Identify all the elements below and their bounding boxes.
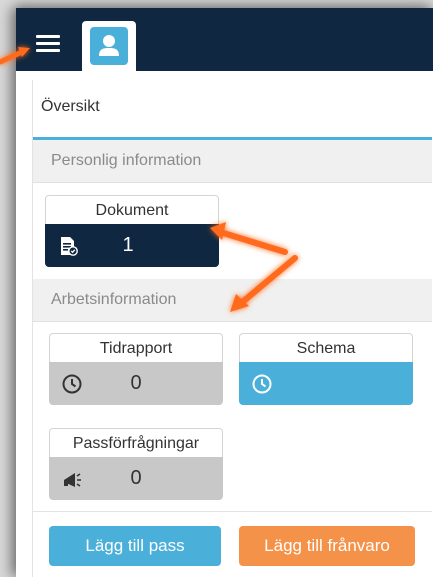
annotation-arrow-menu [0,47,30,65]
annotation-arrow-dokument [210,222,288,255]
annotation-arrow-arbetsinformation [230,255,298,312]
annotation-overlay [0,47,298,312]
